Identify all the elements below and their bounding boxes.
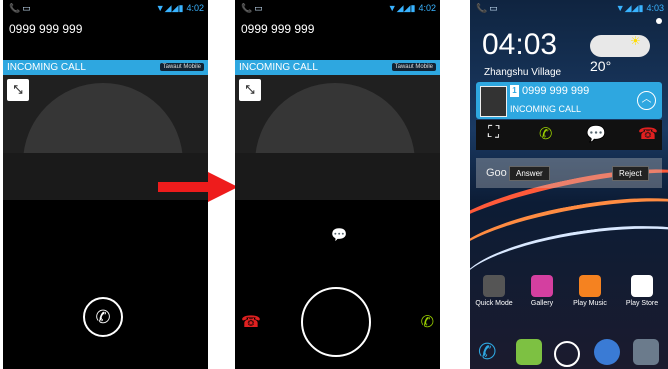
carrier-badge: Tawaut Mobile — [159, 63, 204, 71]
app-grid: Quick Mode Gallery Play Music Play Store — [470, 275, 668, 320]
incoming-call-notification[interactable]: 1 0999 999 999 INCOMING CALL ︿ — [476, 82, 662, 119]
settings-dot-icon[interactable] — [656, 18, 662, 24]
fullscreen-button-icon[interactable]: ⛶ — [488, 124, 499, 142]
notification-caller-number: 0999 999 999 — [522, 85, 590, 97]
incoming-call-bar: INCOMING CALL Tawaut Mobile — [3, 60, 208, 75]
caller-photo-area: ⤡ — [235, 75, 440, 200]
app-label: Play Music — [573, 300, 607, 307]
app-play-store[interactable]: Play Store — [622, 275, 662, 307]
status-time: 4:03 — [646, 3, 664, 13]
clock-widget[interactable]: 04:03 — [482, 28, 557, 62]
google-logo: Goo — [486, 167, 507, 179]
status-time: 4:02 — [418, 3, 436, 13]
arrow-icon — [158, 172, 238, 202]
shrink-screen-button[interactable]: ⤡ — [7, 79, 29, 101]
phone-dock-icon[interactable]: ✆ — [478, 339, 504, 365]
message-reply-icon[interactable]: 💬 — [331, 227, 347, 243]
location-label: Zhangshu Village — [484, 67, 562, 78]
notification-actions: ⛶ ✆ 💬 ☎ — [476, 120, 662, 150]
answer-button-icon[interactable]: ✆ — [539, 124, 552, 144]
signal-icon: ▼◢◢▮ — [155, 3, 184, 13]
sim-badge: 1 — [510, 85, 519, 97]
incoming-call-bar: INCOMING CALL Tawaut Mobile — [235, 60, 440, 75]
gallery-icon — [531, 275, 553, 297]
shrink-icon: ⤡ — [13, 84, 23, 96]
app-drawer-icon[interactable] — [554, 341, 580, 367]
caller-number: 0999 999 999 — [9, 22, 83, 36]
status-right: ▼◢◢▮ 4:02 — [388, 3, 436, 14]
status-bar: 📞▭ ▼◢◢▮ 4:03 — [470, 0, 668, 16]
answer-ring-button[interactable]: ✆ — [83, 297, 123, 337]
app-quick-mode[interactable]: Quick Mode — [474, 275, 514, 307]
signal-icon: ▼◢◢▮ — [387, 3, 416, 13]
temperature: 20° — [590, 58, 612, 74]
status-bar: 📞▭ ▼◢◢▮ 4:02 — [3, 0, 208, 16]
signal-icon: ▼◢◢▮ — [615, 3, 644, 13]
incoming-call-label: INCOMING CALL — [239, 62, 318, 73]
app-label: Quick Mode — [475, 300, 513, 307]
messaging-dock-icon[interactable] — [516, 339, 542, 365]
app-label: Play Store — [625, 300, 659, 307]
play-music-icon — [579, 275, 601, 297]
status-right: ▼◢◢▮ 4:03 — [616, 3, 664, 14]
answer-tooltip: Answer — [509, 166, 550, 181]
cloud-icon — [590, 35, 650, 57]
camera-dock-icon[interactable] — [633, 339, 659, 365]
phone-screen-homescreen: 📞▭ ▼◢◢▮ 4:03 04:03 ☀ 20° Zhangshu Village… — [470, 0, 668, 369]
browser-dock-icon[interactable] — [594, 339, 620, 365]
caller-number: 0999 999 999 — [241, 22, 315, 36]
notification-incoming-label: INCOMING CALL — [510, 104, 582, 114]
phone-screen-after: 📞▭ ▼◢◢▮ 4:02 0999 999 999 INCOMING CALL T… — [235, 0, 440, 369]
status-time: 4:02 — [186, 3, 204, 13]
status-left-icons: 📞▭ — [476, 3, 500, 13]
caller-avatar — [480, 86, 507, 117]
app-play-music[interactable]: Play Music — [570, 275, 610, 307]
reject-tooltip: Reject — [612, 166, 649, 181]
status-left-icons: 📞▭ — [241, 3, 265, 13]
answer-call-icon[interactable]: ✆ — [421, 312, 434, 332]
play-store-icon — [631, 275, 653, 297]
message-button-icon[interactable]: 💬 — [586, 124, 606, 144]
drag-ring[interactable] — [301, 287, 371, 357]
expand-chevron-icon[interactable]: ︿ — [637, 91, 656, 110]
carrier-badge: Tawaut Mobile — [391, 63, 436, 71]
shrink-screen-button[interactable]: ⤡ — [239, 79, 261, 101]
incoming-call-label: INCOMING CALL — [7, 62, 86, 73]
quick-mode-icon — [483, 275, 505, 297]
status-left-icons: 📞▭ — [9, 3, 33, 13]
google-search-bar[interactable]: Goo Answer Reject — [476, 158, 662, 188]
app-label: Gallery — [530, 300, 554, 307]
phone-icon: ✆ — [95, 307, 111, 327]
app-gallery[interactable]: Gallery — [522, 275, 562, 307]
reject-button-icon[interactable]: ☎ — [638, 124, 658, 144]
status-right: ▼◢◢▮ 4:02 — [156, 3, 204, 14]
dock: ✆ — [470, 337, 668, 369]
shrink-icon: ⤡ — [245, 84, 255, 96]
decline-call-icon[interactable]: ☎ — [241, 312, 261, 332]
status-bar: 📞▭ ▼◢◢▮ 4:02 — [235, 0, 440, 16]
avatar-band — [235, 153, 440, 200]
sun-icon: ☀ — [630, 34, 641, 48]
